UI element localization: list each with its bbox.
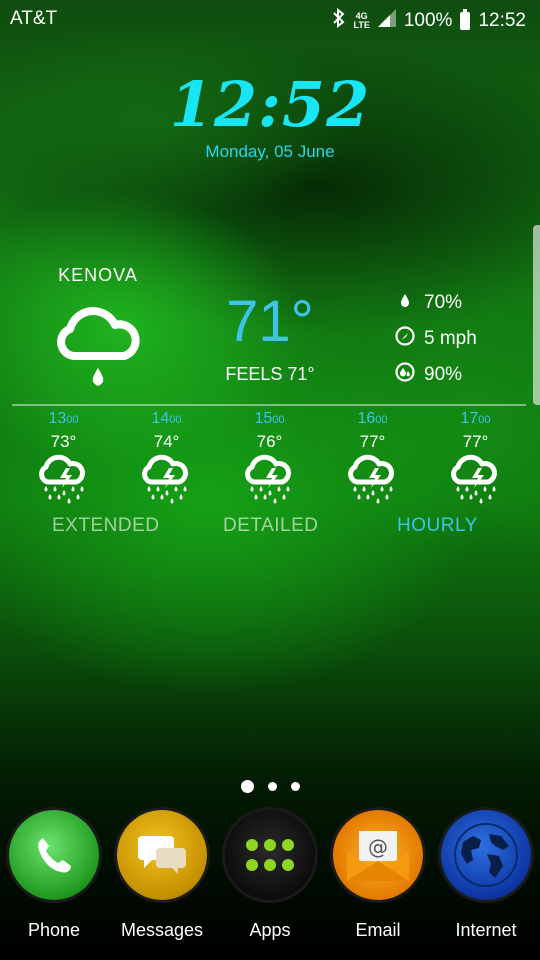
forecast-tabs: EXTENDED DETAILED HOURLY [0,515,540,543]
phone-icon[interactable] [9,810,99,900]
dock-label: Email [355,920,401,940]
hour-temp: 73° [50,432,77,451]
clock-date[interactable]: Monday, 05 June [0,142,540,162]
weather-stats: 70% 5 mph 90% [394,285,477,393]
tab-hourly[interactable]: HOURLY [397,515,478,537]
hourly-item[interactable]: 1300 73° [12,408,115,511]
battery-icon [460,9,471,30]
page-dot-active[interactable] [240,780,254,793]
precipitation-stat: 90% [394,357,477,393]
dock-label: Internet [455,920,517,940]
hour-temp: 77° [462,432,489,451]
globe-icon[interactable] [441,810,531,900]
network-type-icon: 4G LTE [353,11,370,30]
thunder-rain-icon [12,454,115,511]
hourly-item[interactable]: 1700 77° [424,408,527,511]
hour-label: 1400 [151,410,182,427]
thunder-rain-icon [115,454,218,511]
dock-app-apps[interactable]: Apps [216,810,324,941]
weather-location[interactable]: KENOVA [38,265,158,286]
email-icon[interactable]: @ [333,810,423,900]
dock-label: Phone [27,920,81,940]
dock-app-phone[interactable]: Phone [0,810,108,941]
feels-like: FEELS 71° [225,364,315,384]
wind-value: 5 mph [424,328,477,349]
hourly-item[interactable]: 1600 77° [321,408,424,511]
apps-grid-icon[interactable] [225,810,315,900]
humidity-drop-icon [394,289,424,317]
hour-temp: 74° [153,432,180,451]
current-temperature: 71° [226,289,314,354]
status-time: 12:52 [478,10,526,31]
hourly-item[interactable]: 1500 76° [218,408,321,511]
wind-stat: 5 mph [394,321,477,357]
svg-text:@: @ [368,835,388,859]
page-indicator [0,780,540,793]
dock-label: Messages [120,920,204,940]
humidity-stat: 70% [394,285,477,321]
page-dot[interactable] [290,782,300,791]
hourly-item[interactable]: 1400 74° [115,408,218,511]
edge-panel-handle[interactable] [533,225,540,405]
thunder-rain-icon [218,454,321,511]
status-bar: AT&T 4G LTE 100% 12:52 [0,0,540,38]
precipitation-value: 90% [424,364,463,385]
precipitation-icon [394,361,424,389]
wind-gauge-icon [394,325,424,353]
dock-app-messages[interactable]: Messages [108,810,216,941]
hourly-forecast: 1300 73° 1400 74° 1500 76° 1600 77° 1700… [12,408,528,511]
dock-app-internet[interactable]: Internet [432,810,540,941]
hour-temp: 76° [256,432,283,451]
carrier-name: AT&T [10,8,58,29]
thunder-rain-icon [424,454,527,511]
status-icons: 4G LTE 100% 12:52 [332,7,526,34]
dock-app-email[interactable]: @ Email [324,810,432,941]
rain-cloud-icon [52,300,144,397]
messages-icon[interactable] [117,810,207,900]
page-dot[interactable] [267,782,277,791]
humidity-value: 70% [424,292,463,313]
dock-label: Apps [249,920,291,940]
tab-detailed[interactable]: DETAILED [223,515,319,537]
hour-label: 1300 [48,410,79,427]
bluetooth-icon [332,7,346,34]
tab-extended[interactable]: EXTENDED [52,515,159,537]
thunder-rain-icon [321,454,424,511]
battery-percent: 100% [403,10,453,31]
hour-label: 1500 [254,410,285,427]
hour-label: 1700 [460,410,491,427]
weather-divider [12,404,526,406]
hour-label: 1600 [357,410,388,427]
hour-temp: 77° [359,432,386,451]
signal-icon [377,9,396,33]
clock-time[interactable]: 12:52 [0,68,540,141]
app-dock: Phone Messages Apps @ Email Internet [0,810,540,960]
